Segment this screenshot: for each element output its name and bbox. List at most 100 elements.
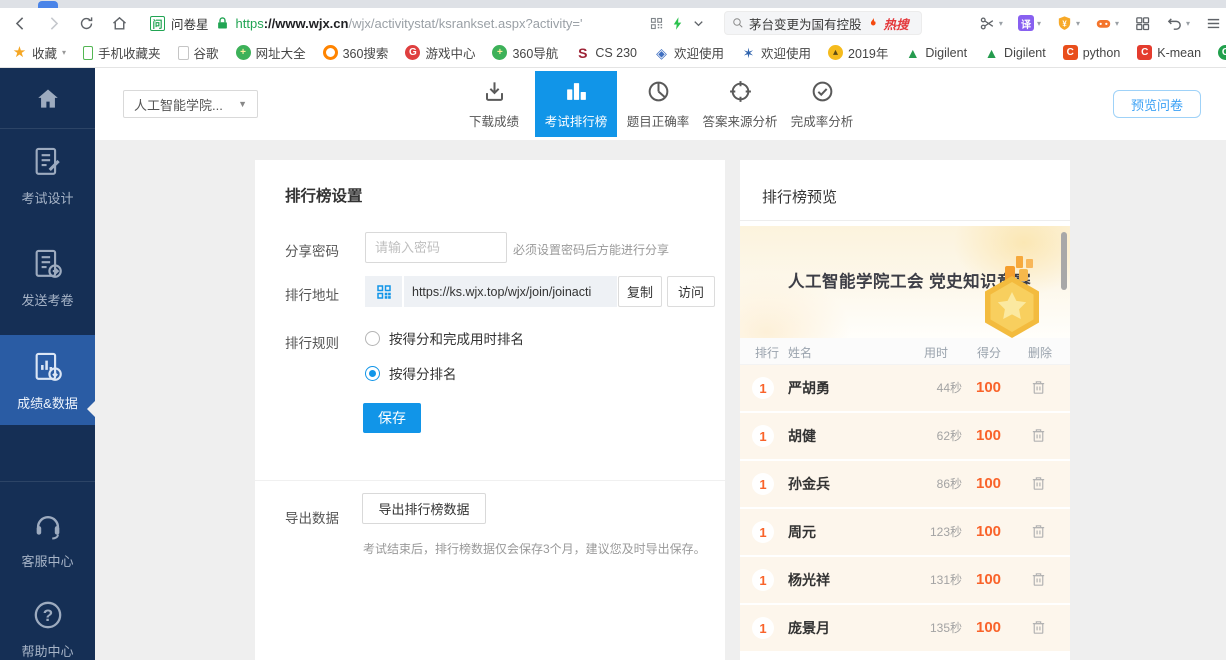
ranking-settings-card: 排行榜设置 分享密码 必须设置密码后方能进行分享 排行地址 https://ks… <box>255 160 725 660</box>
bookmark-label: 2019年 <box>848 43 888 62</box>
bookmark-item[interactable]: +360导航 <box>492 43 558 62</box>
ring-icon <box>323 45 338 60</box>
bookmark-item[interactable]: ▲Digilent <box>984 45 1046 60</box>
bookmark-item[interactable]: ★收藏▾ <box>12 43 66 62</box>
bookmark-item[interactable]: ✶欢迎使用 <box>741 43 811 62</box>
scrollbar-thumb[interactable] <box>1061 232 1067 290</box>
sidebar-item-scores-data[interactable]: 成绩&数据 <box>0 335 95 425</box>
tab-label: 完成率分析 <box>791 111 854 130</box>
bookmark-item[interactable]: Cpython <box>1063 45 1121 60</box>
diamond-icon: ◈ <box>654 45 669 60</box>
home-icon[interactable] <box>111 15 128 32</box>
bookmark-item[interactable]: Cjieba首 <box>1218 43 1226 62</box>
games-button[interactable]: ▾ <box>1095 15 1119 32</box>
rank-badge: 1 <box>752 521 774 543</box>
save-button[interactable]: 保存 <box>363 403 421 433</box>
delete-row-button[interactable] <box>1030 475 1047 492</box>
bookmark-item[interactable]: ◈ 欢迎使用 <box>654 43 724 62</box>
tab-exam-ranking[interactable]: 考试排行榜 <box>535 71 617 137</box>
bookmark-item[interactable]: 360搜索 <box>323 43 389 62</box>
rank-table-row: 1 庞景月 135秒 100 <box>740 605 1070 651</box>
site-badge-icon: 问 <box>150 16 165 31</box>
sidebar-item-exam-design[interactable]: 考试设计 <box>0 145 95 207</box>
rank-table-body: 1 严胡勇 44秒 100 1 胡健 62秒 100 1 孙金兵 86秒 100… <box>740 365 1070 653</box>
target-icon <box>728 79 753 104</box>
tab-question-accuracy[interactable]: 题目正确率 <box>617 71 699 137</box>
rank-badge: 1 <box>752 473 774 495</box>
rank-badge: 1 <box>752 425 774 447</box>
sidebar-item-help[interactable]: ? 帮助中心 <box>0 598 95 660</box>
time-used: 131秒 <box>890 557 962 603</box>
qr-code-button[interactable] <box>365 276 402 307</box>
participant-name: 严胡勇 <box>788 365 830 411</box>
rank-rule-label: 排行规则 <box>285 332 339 352</box>
address-bar[interactable]: 问 问卷星 https://www.wjx.cn/wjx/activitysta… <box>142 10 714 36</box>
time-used: 135秒 <box>890 605 962 651</box>
undo-history-button[interactable]: ▾ <box>1166 15 1190 32</box>
lightning-icon[interactable] <box>670 16 685 31</box>
visit-button[interactable]: 访问 <box>667 276 715 307</box>
browser-toolbar: 问 问卷星 https://www.wjx.cn/wjx/activitysta… <box>0 8 1226 38</box>
sidebar-item-send-exam[interactable]: 发送考卷 <box>0 247 95 309</box>
main-area: 人工智能学院... ▼ 下载成绩 考试排行榜 题目正确率 答 <box>95 68 1226 660</box>
bookmark-label: Digilent <box>1004 46 1046 60</box>
delete-row-button[interactable] <box>1030 427 1047 444</box>
lock-icon <box>215 16 230 31</box>
sidebar-divider <box>0 481 95 482</box>
survey-selector-label: 人工智能学院... <box>134 95 223 114</box>
bookmark-item[interactable]: G游戏中心 <box>405 43 475 62</box>
bookmark-label: 欢迎使用 <box>674 43 724 62</box>
search-icon <box>732 17 744 29</box>
back-icon[interactable] <box>12 15 29 32</box>
bookmark-item[interactable]: CK-mean <box>1137 45 1201 60</box>
qr-code-icon[interactable] <box>649 16 664 31</box>
score-value: 100 <box>976 605 1001 651</box>
bookmark-item[interactable]: SCS 230 <box>575 45 637 60</box>
chevron-down-icon[interactable] <box>691 16 706 31</box>
delete-row-button[interactable] <box>1030 619 1047 636</box>
preview-survey-button[interactable]: 预览问卷 <box>1113 90 1201 118</box>
stat-tabs: 下载成绩 考试排行榜 题目正确率 答案来源分析 完成率分析 <box>453 71 863 137</box>
screenshot-scissors-button[interactable]: ▾ <box>979 15 1003 32</box>
radio-rank-by-score-and-time[interactable]: 按得分和完成用时排名 <box>365 328 524 348</box>
rank-table-row: 1 周元 123秒 100 <box>740 509 1070 555</box>
browser-tab[interactable] <box>38 1 58 8</box>
bookmark-label: 360导航 <box>512 43 558 62</box>
wallet-shield-button[interactable]: ¥ ▾ <box>1056 15 1080 32</box>
export-ranking-data-button[interactable]: 导出排行榜数据 <box>362 493 486 524</box>
copy-button[interactable]: 复制 <box>618 276 662 307</box>
rank-table-header: 排行 姓名 用时 得分 删除 <box>740 338 1070 365</box>
bookmark-item[interactable]: +网址大全 <box>236 43 306 62</box>
tab-download-scores[interactable]: 下载成绩 <box>453 71 535 137</box>
flame-icon <box>867 17 879 29</box>
bookmark-item[interactable]: ▴2019年 <box>828 43 888 62</box>
triangle-icon: ▲ <box>905 45 920 60</box>
search-box[interactable]: 茅台变更为国有控股 热搜 <box>724 11 922 35</box>
sidebar-item-support[interactable]: 客服中心 <box>0 508 95 570</box>
translate-button[interactable]: 译 ▾ <box>1018 15 1041 31</box>
forward-icon[interactable] <box>45 15 62 32</box>
bookmarks-bar: ★收藏▾ 手机收藏夹谷歌 +网址大全 360搜索 G游戏中心 +360导航 SCS 230 ◈… <box>0 38 1226 68</box>
refresh-icon[interactable] <box>78 15 95 32</box>
sidebar-item-home[interactable] <box>0 86 95 112</box>
delete-row-button[interactable] <box>1030 523 1047 540</box>
grid-icon <box>1134 15 1151 32</box>
share-password-input[interactable] <box>365 232 507 263</box>
bookmark-item[interactable]: ▲Digilent <box>905 45 967 60</box>
tab-completion-rate[interactable]: 完成率分析 <box>781 71 863 137</box>
menu-button[interactable] <box>1205 15 1222 32</box>
radio-rank-by-score[interactable]: 按得分排名 <box>365 363 457 383</box>
trash-icon <box>1030 379 1047 396</box>
sidebar: 考试设计 发送考卷 成绩&数据 客服中心 ? 帮助中心 <box>0 68 95 660</box>
delete-row-button[interactable] <box>1030 379 1047 396</box>
bookmark-item[interactable]: 手机收藏夹 <box>83 43 161 62</box>
score-value: 100 <box>976 365 1001 411</box>
bookmark-label: 360搜索 <box>343 43 389 62</box>
delete-row-button[interactable] <box>1030 571 1047 588</box>
survey-selector-dropdown[interactable]: 人工智能学院... ▼ <box>123 90 258 118</box>
bookmark-item[interactable]: 谷歌 <box>178 43 219 62</box>
chevron-down-icon: ▼ <box>238 99 247 109</box>
apps-grid-button[interactable] <box>1134 15 1151 32</box>
tab-answer-source[interactable]: 答案来源分析 <box>699 71 781 137</box>
sidebar-item-label: 帮助中心 <box>21 641 73 660</box>
